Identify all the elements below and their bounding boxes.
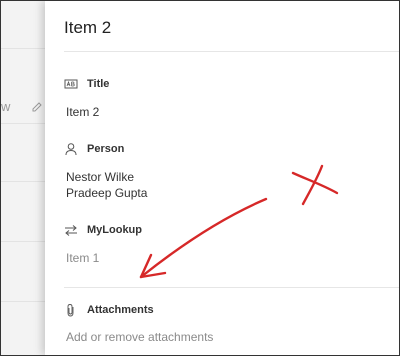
backdrop-divider: [1, 301, 45, 302]
person-entry: Nestor Wilke: [66, 170, 135, 184]
backdrop-command-label: w: [1, 99, 11, 114]
field-mylookup-value[interactable]: Item 1: [66, 250, 99, 266]
backdrop-divider: [1, 181, 45, 182]
add-attachments-link[interactable]: Add or remove attachments: [66, 329, 213, 345]
field-person-label: Person: [87, 143, 125, 155]
field-attachments-header: Attachments: [64, 303, 154, 317]
add-attachments-text: Add or remove attachments: [66, 330, 214, 344]
person-icon: [65, 143, 77, 156]
field-mylookup-label: MyLookup: [87, 224, 142, 236]
section-divider: [64, 287, 399, 288]
screenshot-frame: w Item 2 Title Item 2 Person Nestor Wilk…: [0, 0, 400, 356]
panel-title: Item 2: [64, 18, 112, 37]
title-value-text: Item 2: [66, 105, 100, 119]
item-details-panel: Item 2 Title Item 2 Person Nestor Wilke …: [45, 1, 399, 355]
mylookup-value-text: Item 1: [66, 251, 100, 265]
text-field-icon: [64, 79, 78, 89]
paperclip-icon: [67, 304, 74, 317]
person-entry: Pradeep Gupta: [66, 186, 148, 200]
lookup-arrows-icon: [65, 225, 77, 236]
list-view-backdrop: w: [1, 1, 45, 355]
field-title-header: Title: [64, 77, 109, 91]
field-title-label: Title: [87, 78, 110, 90]
field-person-header: Person: [64, 142, 124, 156]
edit-icon[interactable]: [31, 101, 43, 113]
field-person-value[interactable]: Nestor Wilke Pradeep Gupta: [66, 169, 147, 201]
field-title-value[interactable]: Item 2: [66, 104, 99, 120]
field-attachments-label: Attachments: [87, 304, 154, 316]
backdrop-divider: [1, 48, 45, 49]
field-mylookup-header: MyLookup: [64, 223, 142, 237]
backdrop-divider: [1, 123, 45, 124]
header-divider: [64, 51, 399, 52]
backdrop-divider: [1, 241, 45, 242]
